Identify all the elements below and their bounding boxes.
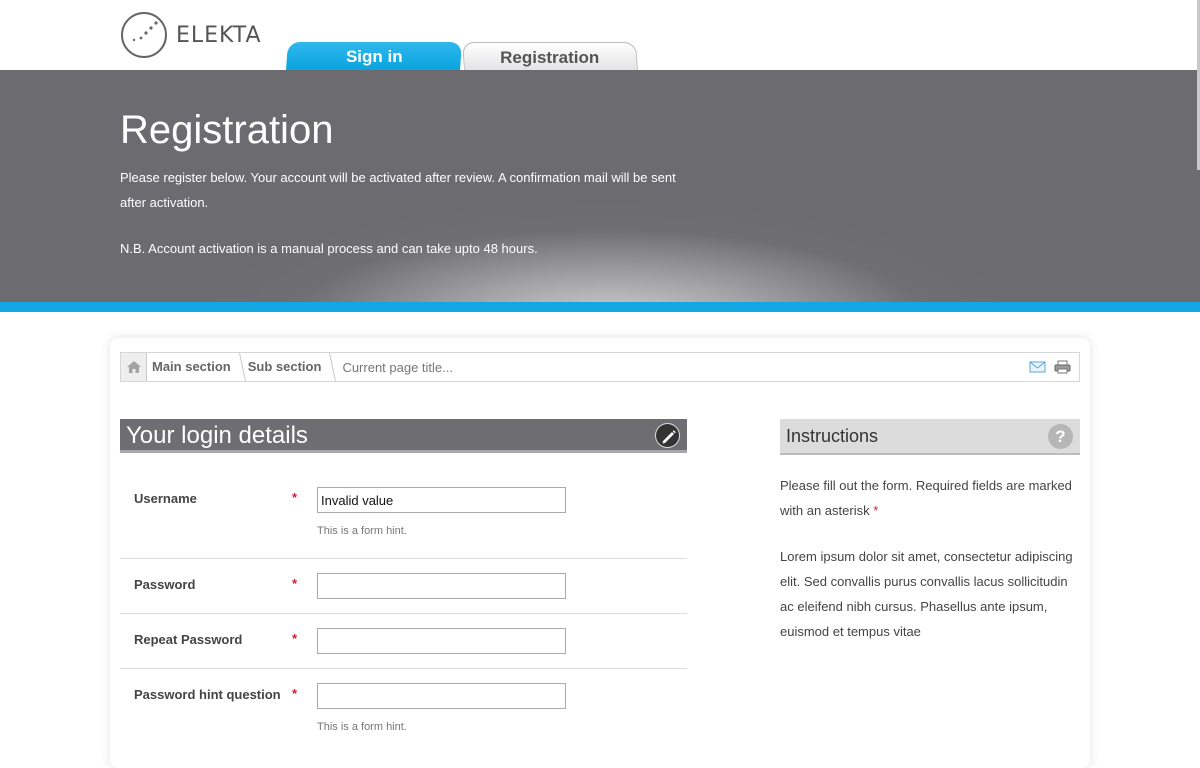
username-hint: This is a form hint. [317, 525, 407, 537]
password-hint-question-hint: This is a form hint. [317, 721, 407, 733]
password-row: Password * [120, 559, 687, 614]
elekta-logo[interactable]: ELEKTA [120, 11, 262, 59]
username-field[interactable] [317, 487, 566, 513]
tab-sign-in[interactable]: Sign in [286, 42, 462, 70]
username-required-marker: * [292, 490, 298, 505]
password-hint-required-marker: * [292, 686, 298, 701]
breadcrumb-actions [1029, 360, 1079, 374]
instructions-header: Instructions ? [780, 419, 1080, 455]
repeat-password-row: Repeat Password * [120, 614, 687, 669]
email-icon[interactable] [1029, 360, 1046, 374]
repeat-password-required-marker: * [292, 631, 298, 646]
logo-mark-icon [120, 11, 168, 59]
repeat-password-label: Repeat Password [134, 632, 243, 647]
login-details-title: Your login details [126, 422, 308, 449]
instructions-required-sentence: Please fill out the form. Required field… [780, 478, 1072, 518]
breadcrumb-current-page: Current page title... [342, 359, 453, 375]
hero-accent-bar [0, 302, 1200, 312]
repeat-password-field[interactable] [317, 628, 566, 654]
print-icon[interactable] [1054, 360, 1071, 374]
hero-intro-text: Please register below. Your account will… [120, 170, 676, 210]
logo-text: ELEKTA [176, 22, 262, 48]
content-card: Main section Sub section Current page ti… [110, 338, 1090, 768]
breadcrumb: Main section Sub section Current page ti… [120, 352, 1080, 382]
edit-icon[interactable] [655, 423, 680, 448]
password-field[interactable] [317, 573, 566, 599]
password-hint-row: Password hint question * This is a form … [120, 669, 687, 759]
tab-registration[interactable]: Registration [462, 42, 638, 70]
username-row: Username * This is a form hint. [120, 474, 687, 559]
breadcrumb-main-section[interactable]: Main section [147, 353, 243, 381]
tab-sign-in-label: Sign in [345, 47, 403, 66]
instructions-lorem-text: Lorem ipsum dolor sit amet, consectetur … [780, 549, 1073, 639]
password-label: Password [134, 577, 196, 592]
password-required-marker: * [292, 576, 298, 591]
home-icon[interactable] [121, 353, 147, 381]
hero-banner: Registration Please register below. Your… [0, 70, 1200, 302]
top-header: ELEKTA Sign in Registration [0, 0, 1200, 70]
instructions-title: Instructions [786, 426, 879, 446]
login-details-header: Your login details [120, 419, 687, 453]
breadcrumb-sub-section[interactable]: Sub section [243, 353, 334, 381]
password-hint-question-field[interactable] [317, 683, 566, 709]
username-label: Username [134, 491, 197, 506]
hero-note-text: N.B. Account activation is a manual proc… [120, 241, 538, 256]
page-title: Registration [120, 108, 334, 152]
tab-registration-label: Registration [500, 48, 600, 67]
help-icon[interactable]: ? [1048, 424, 1073, 449]
password-hint-question-label: Password hint question [134, 687, 281, 702]
instructions-required-star: * [873, 503, 879, 518]
instructions-required-text: Please fill out the form. Required field… [780, 473, 1080, 523]
